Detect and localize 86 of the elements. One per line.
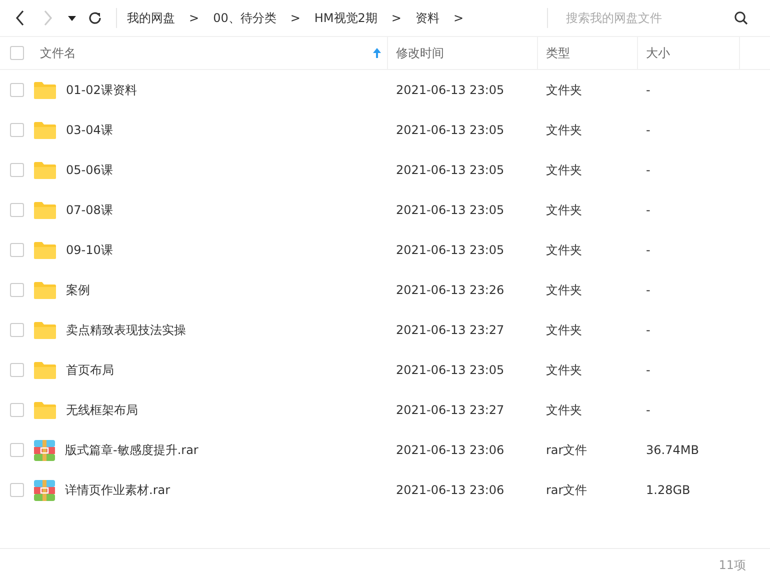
folder-icon (34, 242, 56, 258)
file-name[interactable]: 详情页作业素材.rar (65, 482, 170, 498)
row-checkbox[interactable] (10, 163, 24, 177)
breadcrumb-item[interactable]: 00、待分类 (213, 10, 276, 26)
file-type: rar文件 (546, 482, 588, 498)
file-type: 文件夹 (546, 122, 582, 138)
file-type: 文件夹 (546, 162, 582, 178)
file-type: 文件夹 (546, 362, 582, 378)
file-type: 文件夹 (546, 82, 582, 98)
file-name[interactable]: 03-04课 (66, 122, 113, 138)
file-name[interactable]: 01-02课资料 (66, 82, 137, 98)
dropdown-icon[interactable] (68, 16, 76, 20)
file-size: - (646, 283, 650, 297)
folder-icon (34, 362, 56, 378)
folder-icon (34, 322, 56, 338)
file-name[interactable]: 版式篇章-敏感度提升.rar (65, 442, 198, 458)
file-name[interactable]: 05-06课 (66, 162, 113, 178)
row-checkbox[interactable] (10, 323, 24, 337)
column-header[interactable]: 修改时间 (388, 37, 538, 69)
file-size: - (646, 83, 650, 97)
folder-icon (34, 202, 56, 218)
modified-time: 2021-06-13 23:27 (396, 323, 504, 337)
file-type: 文件夹 (546, 242, 582, 258)
file-type: 文件夹 (546, 202, 582, 218)
file-type: rar文件 (546, 442, 588, 458)
modified-time: 2021-06-13 23:05 (396, 363, 504, 377)
file-name[interactable]: 07-08课 (66, 202, 113, 218)
file-size: - (646, 403, 650, 417)
file-name[interactable]: 首页布局 (66, 362, 114, 378)
breadcrumb-item[interactable]: HM视觉2期 (314, 10, 378, 26)
row-checkbox[interactable] (10, 363, 24, 377)
row-checkbox[interactable] (10, 283, 24, 297)
breadcrumb-separator: > (391, 11, 402, 25)
row-checkbox[interactable] (10, 243, 24, 257)
item-count: 11项 (718, 556, 746, 574)
row-checkbox[interactable] (10, 403, 24, 417)
file-size: - (646, 363, 650, 377)
modified-time: 2021-06-13 23:05 (396, 83, 504, 97)
modified-time: 2021-06-13 23:05 (396, 203, 504, 217)
refresh-icon[interactable] (88, 11, 102, 25)
file-size: - (646, 323, 650, 337)
file-size: - (646, 163, 650, 177)
file-size: 1.28GB (646, 483, 690, 497)
modified-time: 2021-06-13 23:06 (396, 443, 504, 457)
file-type: 文件夹 (546, 322, 582, 338)
modified-time: 2021-06-13 23:26 (396, 283, 504, 297)
file-name[interactable]: 卖点精致表现技法实操 (66, 322, 186, 338)
file-size: - (646, 243, 650, 257)
archive-icon (34, 480, 55, 500)
breadcrumb-item[interactable]: 资料 (415, 10, 440, 26)
column-header[interactable]: 类型 (538, 37, 638, 69)
select-all-checkbox[interactable] (10, 46, 24, 60)
file-type: 文件夹 (546, 402, 582, 418)
modified-time: 2021-06-13 23:06 (396, 483, 504, 497)
file-name[interactable]: 无线框架布局 (66, 402, 138, 418)
column-header[interactable]: 大小 (638, 37, 740, 69)
breadcrumb-separator: > (189, 11, 200, 25)
search-icon[interactable] (734, 11, 748, 25)
file-name[interactable]: 09-10课 (66, 242, 113, 258)
file-name[interactable]: 案例 (66, 282, 90, 298)
file-size: - (646, 123, 650, 137)
folder-icon (34, 402, 56, 418)
breadcrumb-separator: > (290, 11, 300, 25)
breadcrumb-item[interactable]: 我的网盘 (127, 10, 175, 26)
folder-icon (34, 282, 56, 298)
modified-time: 2021-06-13 23:05 (396, 123, 504, 137)
breadcrumb-separator: > (453, 11, 464, 25)
row-checkbox[interactable] (10, 483, 24, 497)
archive-icon (34, 440, 55, 460)
modified-time: 2021-06-13 23:27 (396, 403, 504, 417)
search-field[interactable]: 搜索我的网盘文件 (564, 10, 734, 26)
column-header[interactable]: 文件名 (34, 37, 388, 69)
folder-icon (34, 162, 56, 178)
file-size: 36.74MB (646, 443, 699, 457)
row-checkbox[interactable] (10, 123, 24, 137)
row-checkbox[interactable] (10, 203, 24, 217)
file-size: - (646, 203, 650, 217)
row-checkbox[interactable] (10, 83, 24, 97)
row-checkbox[interactable] (10, 443, 24, 457)
sort-arrow-icon[interactable] (373, 48, 381, 58)
modified-time: 2021-06-13 23:05 (396, 163, 504, 177)
file-type: 文件夹 (546, 282, 582, 298)
back-icon[interactable] (14, 10, 26, 26)
folder-icon (34, 82, 56, 98)
folder-icon (34, 122, 56, 138)
modified-time: 2021-06-13 23:05 (396, 243, 504, 257)
